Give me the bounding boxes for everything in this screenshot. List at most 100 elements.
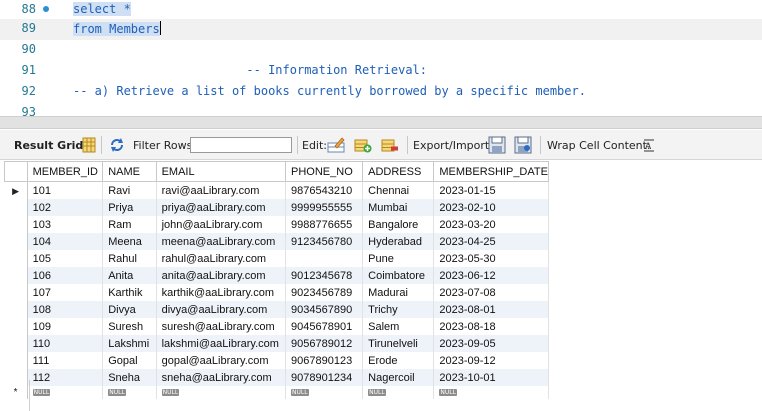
- row-selector[interactable]: ▶: [4, 181, 28, 199]
- table-cell[interactable]: Tirunelveli: [362, 335, 435, 352]
- table-cell[interactable]: 102: [27, 199, 104, 216]
- table-cell[interactable]: 9034567890: [285, 301, 364, 318]
- table-cell[interactable]: karthik@aaLibrary.com: [156, 284, 287, 301]
- filter-rows-input[interactable]: [190, 137, 292, 153]
- table-cell[interactable]: 2023-03-20: [433, 216, 549, 233]
- table-cell[interactable]: 112: [27, 369, 104, 386]
- table-cell[interactable]: 105: [27, 250, 104, 267]
- statement-marker-icon[interactable]: [43, 6, 49, 12]
- table-cell[interactable]: 2023-08-01: [433, 301, 549, 318]
- table-cell[interactable]: Gopal: [102, 352, 157, 369]
- table-cell[interactable]: 2023-09-05: [433, 335, 549, 352]
- table-cell[interactable]: meena@aaLibrary.com: [156, 233, 287, 250]
- table-cell[interactable]: gopal@aaLibrary.com: [156, 352, 287, 369]
- table-cell[interactable]: divya@aaLibrary.com: [156, 301, 287, 318]
- table-cell[interactable]: rahul@aaLibrary.com: [156, 250, 287, 267]
- table-row[interactable]: 111 Gopal gopal@aaLibrary.com 9067890123 Ero…: [4, 352, 549, 369]
- table-cell[interactable]: Suresh: [102, 318, 157, 335]
- new-row-cell[interactable]: NULL: [285, 386, 364, 399]
- new-row-cell[interactable]: NULL: [433, 386, 549, 399]
- table-cell[interactable]: 2023-04-25: [433, 233, 549, 250]
- table-cell[interactable]: 9876543210: [285, 181, 364, 199]
- table-cell[interactable]: 110: [27, 335, 104, 352]
- table-cell[interactable]: Mumbai: [362, 199, 435, 216]
- table-cell[interactable]: Bangalore: [362, 216, 435, 233]
- table-row[interactable]: 112 Sneha sneha@aaLibrary.com 9078901234 Nag…: [4, 369, 549, 386]
- column-header[interactable]: MEMBER_ID: [26, 161, 104, 182]
- table-cell[interactable]: 9012345678: [285, 267, 364, 284]
- column-header[interactable]: NAME: [102, 161, 157, 182]
- table-cell[interactable]: Madurai: [362, 284, 435, 301]
- new-row-cell[interactable]: NULL: [362, 386, 435, 399]
- row-selector[interactable]: [4, 318, 28, 335]
- table-cell[interactable]: Nagercoil: [362, 369, 435, 386]
- table-cell[interactable]: 9056789012: [285, 335, 364, 352]
- result-grid-tab[interactable]: Result Grid: [14, 130, 83, 160]
- table-cell[interactable]: 9045678901: [285, 318, 364, 335]
- refresh-icon[interactable]: [109, 130, 125, 160]
- table-cell[interactable]: Erode: [362, 352, 435, 369]
- table-cell[interactable]: Divya: [102, 301, 157, 318]
- row-selector[interactable]: [4, 369, 28, 386]
- table-cell[interactable]: Hyderabad: [362, 233, 435, 250]
- table-cell[interactable]: 2023-02-10: [433, 199, 549, 216]
- import-icon[interactable]: [514, 130, 532, 160]
- table-cell[interactable]: 2023-05-30: [433, 250, 549, 267]
- code-text[interactable]: -- Information Retrieval:: [73, 63, 427, 77]
- table-cell[interactable]: lakshmi@aaLibrary.com: [156, 335, 287, 352]
- editor-line[interactable]: 88 select *: [0, 0, 762, 21]
- wrap-cell-icon[interactable]: A: [642, 130, 656, 160]
- new-row[interactable]: * NULL NULL NULL NULL NULL NULL: [4, 386, 549, 399]
- table-cell[interactable]: sneha@aaLibrary.com: [156, 369, 287, 386]
- code-text[interactable]: from Members: [73, 21, 161, 36]
- new-row-cell[interactable]: NULL: [27, 386, 104, 399]
- table-cell[interactable]: 2023-01-15: [433, 181, 549, 199]
- table-cell[interactable]: Karthik: [102, 284, 157, 301]
- table-row[interactable]: 108 Divya divya@aaLibrary.com 9034567890 Tri…: [4, 301, 549, 318]
- table-cell[interactable]: Ram: [102, 216, 157, 233]
- table-cell[interactable]: 107: [27, 284, 104, 301]
- row-selector[interactable]: [4, 301, 28, 318]
- table-row[interactable]: 103 Ram john@aaLibrary.com 9988776655 Bangal…: [4, 216, 549, 233]
- code-text[interactable]: -- a) Retrieve a list of books currently…: [73, 84, 586, 98]
- table-cell[interactable]: 103: [27, 216, 104, 233]
- table-cell[interactable]: anita@aaLibrary.com: [156, 267, 287, 284]
- table-cell[interactable]: 108: [27, 301, 104, 318]
- edit-row-icon[interactable]: [327, 130, 345, 160]
- table-cell[interactable]: 2023-07-08: [433, 284, 549, 301]
- new-row-cell[interactable]: NULL: [156, 386, 287, 399]
- table-cell[interactable]: Pune: [362, 250, 435, 267]
- row-selector[interactable]: [4, 233, 28, 250]
- table-cell[interactable]: Trichy: [362, 301, 435, 318]
- table-cell[interactable]: 9023456789: [285, 284, 364, 301]
- table-cell[interactable]: Rahul: [102, 250, 157, 267]
- row-selector[interactable]: [4, 284, 28, 301]
- table-cell[interactable]: 2023-08-18: [433, 318, 549, 335]
- table-row[interactable]: 106 Anita anita@aaLibrary.com 9012345678 Coi…: [4, 267, 549, 284]
- table-cell[interactable]: Chennai: [362, 181, 435, 199]
- table-cell[interactable]: suresh@aaLibrary.com: [156, 318, 287, 335]
- editor-line[interactable]: 90: [0, 40, 762, 61]
- row-selector[interactable]: [4, 216, 28, 233]
- table-row[interactable]: 109 Suresh suresh@aaLibrary.com 9045678901 S…: [4, 318, 549, 335]
- panel-splitter[interactable]: [0, 116, 762, 129]
- table-cell[interactable]: 104: [27, 233, 104, 250]
- table-cell[interactable]: 9988776655: [285, 216, 364, 233]
- row-header-corner[interactable]: [4, 161, 28, 182]
- table-cell[interactable]: Lakshmi: [102, 335, 157, 352]
- table-cell[interactable]: Sneha: [102, 369, 157, 386]
- column-header[interactable]: PHONE_NO: [285, 161, 364, 182]
- table-cell[interactable]: Ravi: [102, 181, 157, 199]
- table-cell[interactable]: ravi@aaLibrary.com: [156, 181, 287, 199]
- table-cell[interactable]: 109: [27, 318, 104, 335]
- table-row[interactable]: ▶ 101 Ravi ravi@aaLibrary.com 9876543210 Chen…: [4, 181, 549, 199]
- result-grid-icon[interactable]: [82, 130, 96, 160]
- table-cell[interactable]: 111: [27, 352, 104, 369]
- column-header[interactable]: EMAIL: [155, 161, 287, 182]
- table-cell[interactable]: 9999955555: [285, 199, 364, 216]
- column-header[interactable]: MEMBERSHIP_DATE: [433, 161, 549, 182]
- add-row-icon[interactable]: [354, 130, 372, 160]
- new-row-cell[interactable]: NULL: [102, 386, 157, 399]
- table-cell[interactable]: 9123456780: [285, 233, 364, 250]
- table-row[interactable]: 104 Meena meena@aaLibrary.com 9123456780 Hyd…: [4, 233, 549, 250]
